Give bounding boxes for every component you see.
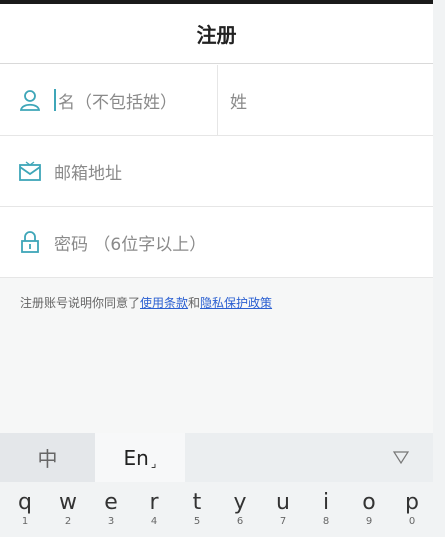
key-letter: o: [362, 490, 376, 515]
key-u[interactable]: u7: [268, 490, 298, 528]
keyboard-toolbar: 中 En ⌟: [0, 433, 433, 482]
key-number: 4: [150, 516, 158, 527]
scroll-edge: [433, 0, 445, 537]
key-letter: w: [59, 490, 77, 515]
first-name-placeholder: 名（不包括姓）: [58, 92, 177, 113]
name-row: 名（不包括姓） 姓: [0, 65, 433, 136]
key-number: 9: [365, 516, 373, 527]
key-number: 1: [21, 516, 29, 527]
last-name-placeholder: 姓: [230, 92, 247, 113]
key-w[interactable]: w2: [53, 490, 83, 528]
key-i[interactable]: i8: [311, 490, 341, 528]
key-letter: r: [149, 490, 159, 515]
keyboard-tab-chinese-label: 中: [37, 447, 58, 471]
mail-icon: [19, 161, 41, 181]
keyboard-tab-english[interactable]: En ⌟: [95, 433, 185, 482]
email-placeholder: 邮箱地址: [54, 163, 122, 184]
key-y[interactable]: y6: [225, 490, 255, 528]
key-number: 6: [236, 516, 244, 527]
key-r[interactable]: r4: [139, 490, 169, 528]
key-letter: u: [276, 490, 290, 515]
key-number: 8: [322, 516, 330, 527]
terms-and: 和: [188, 296, 201, 310]
key-number: 0: [408, 516, 416, 527]
keyboard-tab-chinese[interactable]: 中: [0, 433, 95, 482]
user-icon: [19, 90, 41, 111]
keyboard-tab-english-label: En: [123, 445, 149, 470]
page-title: 注册: [196, 23, 237, 47]
privacy-policy-link[interactable]: 隐私保护政策: [200, 296, 272, 310]
key-letter: p: [405, 490, 419, 515]
email-field[interactable]: 邮箱地址: [0, 136, 433, 207]
key-p[interactable]: p0: [397, 490, 427, 528]
key-letter: t: [192, 490, 202, 515]
terms-text: 注册账号说明你同意了使用条款和隐私保护政策: [20, 294, 272, 311]
key-letter: e: [104, 490, 118, 515]
collapse-keyboard-icon[interactable]: [392, 448, 410, 466]
keyboard-letter-row: q1w2e3r4t5y6u7i8o9p0: [0, 482, 433, 537]
terms-prefix: 注册账号说明你同意了: [20, 296, 141, 310]
key-q[interactable]: q1: [10, 490, 40, 528]
keyboard-english-mark: ⌟: [150, 455, 157, 470]
text-cursor: [54, 89, 56, 111]
key-number: 7: [279, 516, 287, 527]
terms-of-use-link[interactable]: 使用条款: [140, 296, 188, 310]
password-placeholder: 密码 （6位字以上）: [54, 234, 207, 255]
password-field[interactable]: 密码 （6位字以上）: [0, 207, 433, 278]
key-number: 5: [193, 516, 201, 527]
key-o[interactable]: o9: [354, 490, 384, 528]
first-name-field[interactable]: 名（不包括姓）: [0, 65, 218, 135]
key-number: 2: [64, 516, 72, 527]
last-name-field[interactable]: 姓: [218, 65, 247, 135]
key-letter: y: [233, 490, 247, 515]
key-t[interactable]: t5: [182, 490, 212, 528]
key-number: 3: [107, 516, 115, 527]
key-letter: q: [18, 490, 32, 515]
page-header: 注册: [0, 4, 433, 64]
key-e[interactable]: e3: [96, 490, 126, 528]
key-letter: i: [322, 490, 330, 515]
lock-icon: [21, 231, 39, 253]
